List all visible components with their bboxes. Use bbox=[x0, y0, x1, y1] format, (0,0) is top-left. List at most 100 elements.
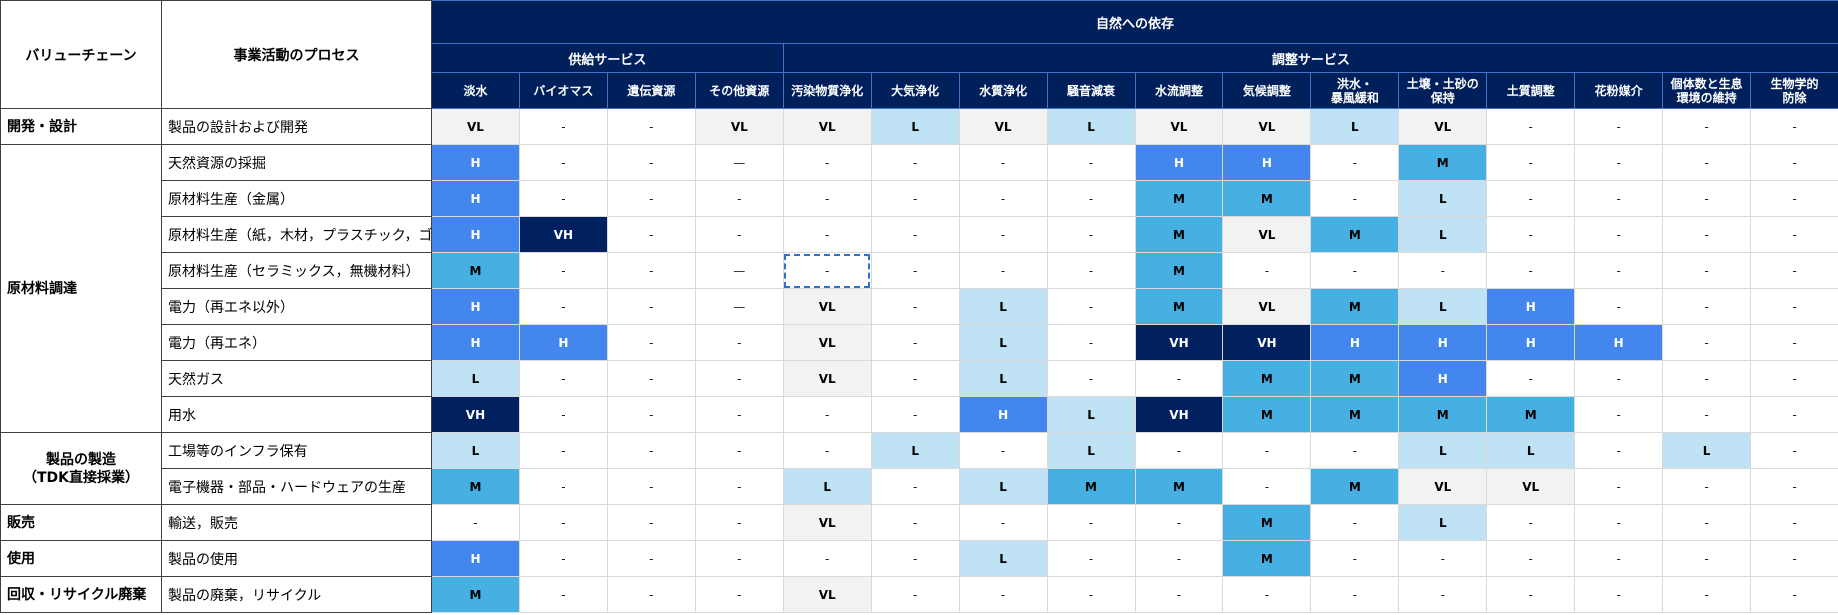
empty-cell[interactable]: — bbox=[694, 144, 784, 181]
dependency-level-cell[interactable]: L bbox=[1398, 216, 1488, 253]
empty-cell[interactable]: - bbox=[1134, 504, 1224, 541]
empty-cell[interactable]: - bbox=[606, 108, 696, 145]
empty-cell[interactable]: - bbox=[1046, 504, 1136, 541]
process-cell[interactable]: 製品の使用 bbox=[161, 540, 432, 577]
process-cell[interactable]: 原材料生産（セラミックス，無機材料） bbox=[161, 252, 432, 289]
empty-cell[interactable]: - bbox=[1486, 504, 1576, 541]
empty-cell[interactable]: - bbox=[1046, 144, 1136, 181]
process-cell[interactable]: 原材料生産（紙，木材，プラスチック，ゴム） bbox=[161, 216, 432, 253]
empty-cell[interactable]: - bbox=[694, 180, 784, 217]
dependency-level-cell[interactable]: M bbox=[1310, 396, 1400, 433]
dependency-level-cell[interactable]: VL bbox=[782, 108, 872, 145]
empty-cell[interactable]: - bbox=[1134, 576, 1224, 613]
dependency-level-cell[interactable]: M bbox=[1310, 360, 1400, 397]
empty-cell[interactable]: - bbox=[1046, 252, 1136, 289]
dependency-level-cell[interactable]: H bbox=[1134, 144, 1224, 181]
empty-cell[interactable]: - bbox=[606, 252, 696, 289]
empty-cell[interactable]: - bbox=[870, 468, 960, 505]
empty-cell[interactable]: - bbox=[518, 432, 608, 469]
empty-cell[interactable]: - bbox=[958, 576, 1048, 613]
empty-cell[interactable]: - bbox=[1574, 576, 1664, 613]
empty-cell[interactable]: - bbox=[1750, 576, 1838, 613]
dependency-level-cell[interactable]: H bbox=[1310, 324, 1400, 361]
empty-cell[interactable]: - bbox=[870, 180, 960, 217]
empty-cell[interactable]: - bbox=[1222, 576, 1312, 613]
empty-cell[interactable]: - bbox=[431, 504, 520, 541]
dependency-level-cell[interactable]: L bbox=[782, 468, 872, 505]
empty-cell[interactable]: - bbox=[782, 432, 872, 469]
dependency-level-cell[interactable]: M bbox=[1134, 180, 1224, 217]
empty-cell[interactable]: - bbox=[782, 180, 872, 217]
empty-cell[interactable]: - bbox=[1574, 468, 1664, 505]
dependency-level-cell[interactable]: M bbox=[1398, 144, 1488, 181]
empty-cell[interactable]: - bbox=[870, 576, 960, 613]
dependency-level-cell[interactable]: M bbox=[1486, 396, 1576, 433]
dependency-level-cell[interactable]: L bbox=[958, 468, 1048, 505]
empty-cell[interactable]: - bbox=[1750, 324, 1838, 361]
process-cell[interactable]: 電子機器・部品・ハードウェアの生産 bbox=[161, 468, 432, 505]
dependency-level-cell[interactable]: L bbox=[1046, 396, 1136, 433]
process-cell[interactable]: 用水 bbox=[161, 396, 432, 433]
empty-cell[interactable]: - bbox=[1486, 360, 1576, 397]
empty-cell[interactable]: - bbox=[694, 432, 784, 469]
dependency-level-cell[interactable]: VH bbox=[1134, 324, 1224, 361]
empty-cell[interactable]: - bbox=[870, 504, 960, 541]
dependency-level-cell[interactable]: L bbox=[1486, 432, 1576, 469]
empty-cell[interactable]: - bbox=[1486, 252, 1576, 289]
dependency-level-cell[interactable]: VL bbox=[782, 324, 872, 361]
dependency-level-cell[interactable]: L bbox=[431, 432, 520, 469]
dependency-level-cell[interactable]: VL bbox=[782, 360, 872, 397]
empty-cell[interactable]: - bbox=[518, 396, 608, 433]
empty-cell[interactable]: - bbox=[518, 540, 608, 577]
empty-cell[interactable]: - bbox=[782, 540, 872, 577]
empty-cell[interactable]: - bbox=[870, 360, 960, 397]
empty-cell[interactable]: - bbox=[1398, 540, 1488, 577]
empty-cell[interactable]: - bbox=[1486, 216, 1576, 253]
empty-cell[interactable]: - bbox=[870, 144, 960, 181]
empty-cell[interactable]: - bbox=[1046, 180, 1136, 217]
dependency-level-cell[interactable]: H bbox=[431, 540, 520, 577]
empty-cell[interactable]: - bbox=[1222, 432, 1312, 469]
empty-cell[interactable]: - bbox=[1574, 540, 1664, 577]
empty-cell[interactable]: - bbox=[1222, 252, 1312, 289]
empty-cell[interactable]: - bbox=[694, 216, 784, 253]
empty-cell[interactable]: - bbox=[1574, 144, 1664, 181]
empty-cell[interactable]: - bbox=[1574, 360, 1664, 397]
empty-cell[interactable]: - bbox=[958, 504, 1048, 541]
dependency-level-cell[interactable]: H bbox=[1486, 288, 1576, 325]
dependency-level-cell[interactable]: L bbox=[958, 288, 1048, 325]
dependency-level-cell[interactable]: M bbox=[1310, 288, 1400, 325]
empty-cell[interactable]: - bbox=[1750, 180, 1838, 217]
value-chain-stage[interactable]: 製品の製造 （TDK直接採業） bbox=[0, 432, 162, 505]
empty-cell[interactable]: - bbox=[1662, 540, 1752, 577]
dependency-level-cell[interactable]: VH bbox=[1134, 396, 1224, 433]
empty-cell[interactable]: - bbox=[782, 396, 872, 433]
empty-cell[interactable]: - bbox=[606, 576, 696, 613]
dependency-level-cell[interactable]: VH bbox=[518, 216, 608, 253]
dependency-level-cell[interactable]: L bbox=[870, 108, 960, 145]
empty-cell[interactable]: - bbox=[1574, 288, 1664, 325]
empty-cell[interactable]: - bbox=[694, 540, 784, 577]
empty-cell[interactable]: - bbox=[1750, 144, 1838, 181]
empty-cell[interactable]: - bbox=[1662, 144, 1752, 181]
empty-cell[interactable]: - bbox=[1750, 468, 1838, 505]
empty-cell[interactable]: - bbox=[1310, 144, 1400, 181]
empty-cell[interactable]: - bbox=[1750, 540, 1838, 577]
dependency-level-cell[interactable]: H bbox=[431, 216, 520, 253]
empty-cell[interactable]: - bbox=[1662, 576, 1752, 613]
dependency-level-cell[interactable]: M bbox=[431, 468, 520, 505]
dependency-level-cell[interactable]: VL bbox=[1398, 468, 1488, 505]
empty-cell[interactable]: - bbox=[518, 504, 608, 541]
empty-cell[interactable]: - bbox=[958, 180, 1048, 217]
empty-cell[interactable]: - bbox=[1046, 288, 1136, 325]
empty-cell[interactable]: - bbox=[518, 468, 608, 505]
empty-cell[interactable]: - bbox=[606, 144, 696, 181]
empty-cell[interactable]: - bbox=[606, 468, 696, 505]
dependency-level-cell[interactable]: H bbox=[431, 288, 520, 325]
dependency-level-cell[interactable]: H bbox=[431, 324, 520, 361]
empty-cell[interactable]: - bbox=[1486, 540, 1576, 577]
process-cell[interactable]: 天然ガス bbox=[161, 360, 432, 397]
empty-cell[interactable]: - bbox=[694, 468, 784, 505]
empty-cell[interactable]: - bbox=[606, 432, 696, 469]
dependency-level-cell[interactable]: M bbox=[1222, 180, 1312, 217]
